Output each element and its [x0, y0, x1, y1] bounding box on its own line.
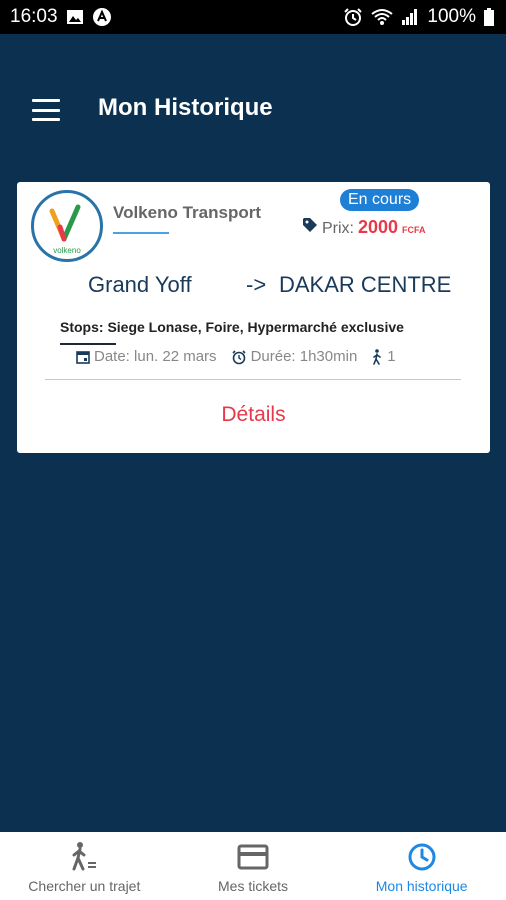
route-from: Grand Yoff — [88, 272, 192, 297]
status-badge: En cours — [340, 189, 420, 211]
trip-meta: Date: lun. 22 mars Durée: 1h30min 1 — [76, 348, 410, 365]
nav-mes-tickets[interactable]: Mes tickets — [169, 832, 338, 900]
app-bar: Mon Historique — [0, 34, 506, 184]
company-underline — [113, 232, 169, 234]
bottom-nav: Chercher un trajet Mes tickets Mon histo… — [0, 832, 506, 900]
logo-text: volkeno — [53, 246, 81, 255]
nav-label: Mes tickets — [218, 878, 289, 894]
alarm-icon — [343, 7, 363, 27]
battery-icon — [484, 8, 494, 26]
nav-chercher-trajet[interactable]: Chercher un trajet — [0, 832, 169, 900]
trip-duration: Durée: 1h30min — [250, 348, 358, 365]
status-time: 16:03 — [10, 6, 58, 27]
divider — [45, 379, 461, 380]
route-arrow: -> — [246, 272, 267, 297]
battery-percent: 100% — [427, 6, 476, 27]
alarm-clock-icon — [231, 349, 246, 364]
company-logo: volkeno — [31, 190, 103, 262]
clock-icon — [407, 840, 437, 874]
wifi-icon — [371, 8, 394, 26]
route: Grand Yoff -> DAKAR CENTRE — [17, 272, 490, 302]
walk-search-icon — [68, 840, 100, 874]
nav-label: Chercher un trajet — [28, 878, 141, 894]
route-to: DAKAR CENTRE — [279, 272, 452, 297]
tag-icon — [303, 218, 317, 232]
trip-card: volkeno Volkeno Transport En cours Prix:… — [17, 182, 490, 453]
passenger-count: 1 — [387, 348, 396, 365]
price-label: Prix: — [322, 220, 354, 237]
app-notification-icon — [92, 7, 112, 27]
calendar-icon — [76, 350, 90, 364]
stops: Stops: Siege Lonase, Foire, Hypermarché … — [60, 319, 404, 335]
trip-date: Date: lun. 22 mars — [94, 348, 217, 365]
status-bar: 16:03 100% — [0, 0, 506, 34]
nav-label: Mon historique — [375, 878, 468, 894]
nav-mon-historique[interactable]: Mon historique — [337, 832, 506, 900]
company-name: Volkeno Transport — [113, 203, 261, 222]
price-row: Prix: 2000 FCFA — [302, 217, 426, 238]
stops-underline — [60, 343, 116, 345]
menu-icon[interactable] — [30, 96, 62, 124]
walking-person-icon — [373, 348, 382, 365]
page-title: Mon Historique — [98, 94, 273, 121]
signal-icon — [401, 8, 419, 26]
card-icon — [237, 840, 269, 874]
price-value: 2000 — [358, 217, 399, 237]
image-icon — [66, 9, 84, 25]
details-button[interactable]: Détails — [17, 403, 490, 427]
price-currency: FCFA — [402, 225, 426, 235]
